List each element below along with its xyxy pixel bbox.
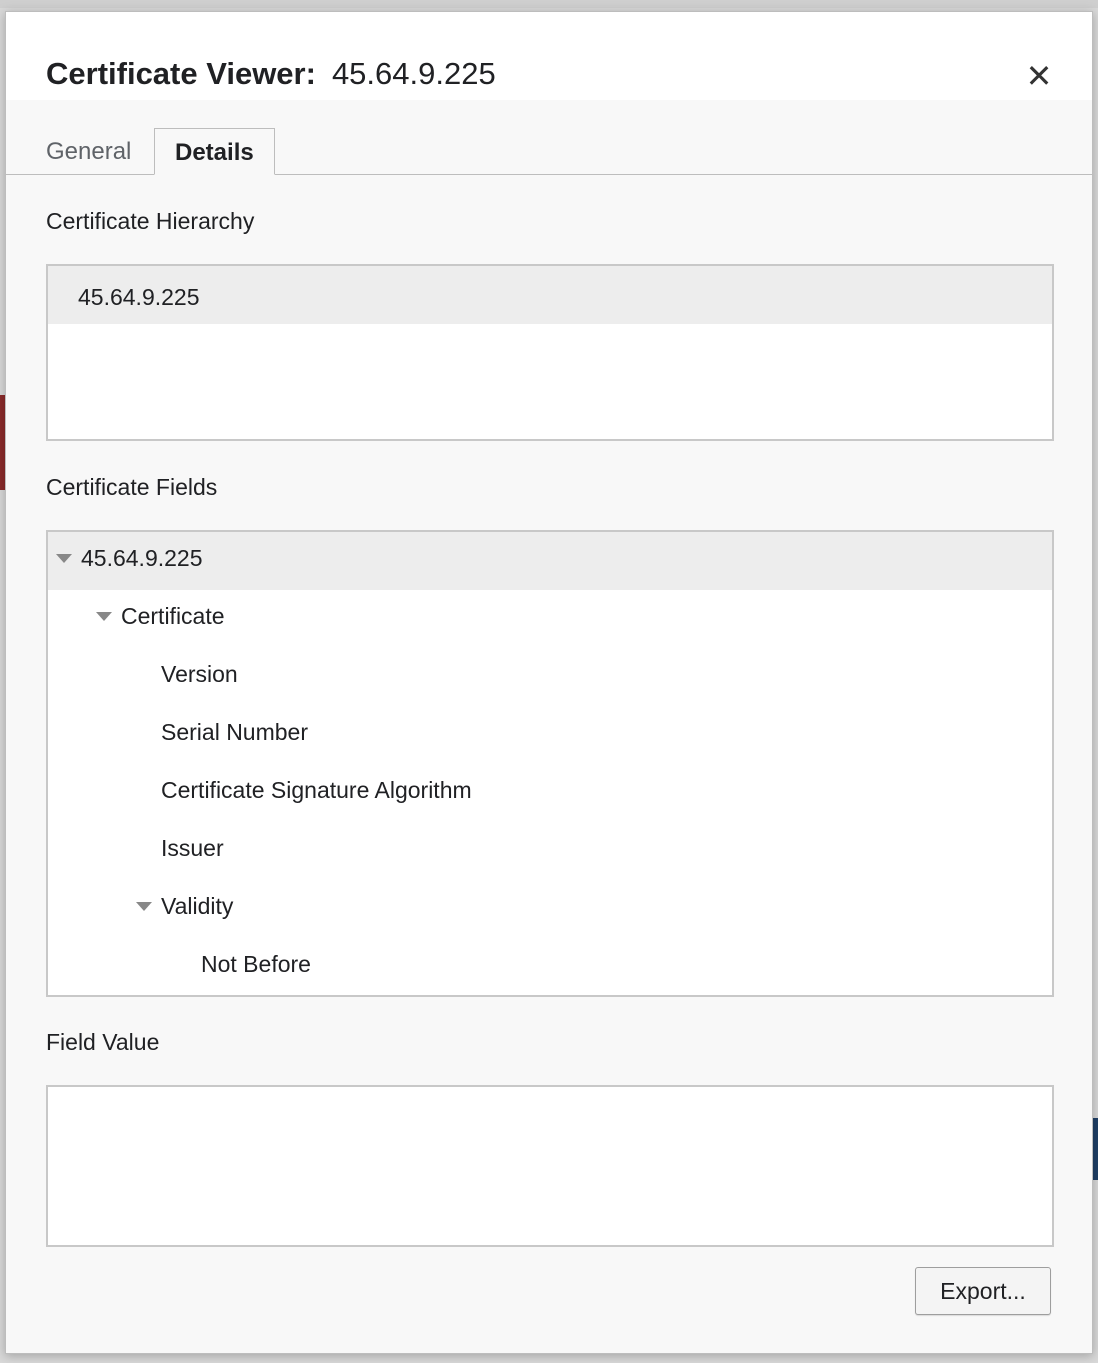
tree-item-issuer[interactable]: Issuer: [48, 822, 1052, 880]
background-page-bar: [0, 0, 1098, 8]
tree-item-label: Serial Number: [161, 719, 308, 745]
certificate-hierarchy-label: Certificate Hierarchy: [46, 208, 255, 234]
triangle-down-icon[interactable]: [136, 902, 152, 911]
tab-details[interactable]: Details: [154, 128, 275, 175]
tree-item-label: Version: [161, 661, 238, 687]
tree-item-host[interactable]: 45.64.9.225: [48, 532, 1052, 590]
tree-item-label: 45.64.9.225: [81, 545, 203, 571]
tree-item-label: Not Before: [201, 951, 311, 977]
triangle-down-icon[interactable]: [56, 554, 72, 563]
dialog-header: Certificate Viewer: 45.64.9.225 ✕: [6, 12, 1092, 100]
tree-item-signature-algorithm[interactable]: Certificate Signature Algorithm: [48, 764, 1052, 822]
certificate-fields-label: Certificate Fields: [46, 474, 218, 500]
tree-item-label: Certificate: [121, 603, 225, 629]
tab-general[interactable]: General: [26, 128, 151, 174]
tree-item-version[interactable]: Version: [48, 648, 1052, 706]
triangle-down-icon[interactable]: [96, 612, 112, 621]
tree-item-label: Issuer: [161, 835, 224, 861]
dialog-title-text: Certificate Viewer:: [46, 56, 316, 91]
certificate-hierarchy-list[interactable]: 45.64.9.225: [46, 264, 1054, 441]
tree-item-serial-number[interactable]: Serial Number: [48, 706, 1052, 764]
hierarchy-item[interactable]: 45.64.9.225: [48, 266, 1052, 324]
dialog-title: Certificate Viewer: 45.64.9.225: [46, 56, 636, 92]
close-icon[interactable]: ✕: [1021, 58, 1057, 94]
field-value-label: Field Value: [46, 1029, 160, 1055]
field-value-area[interactable]: [46, 1085, 1054, 1247]
tree-item-label: Validity: [161, 893, 234, 919]
tree-item-label: Certificate Signature Algorithm: [161, 777, 472, 803]
tree-item-certificate[interactable]: Certificate: [48, 590, 1052, 648]
certificate-viewer-dialog: Certificate Viewer: 45.64.9.225 ✕ Genera…: [5, 11, 1093, 1354]
tree-item-not-before[interactable]: Not Before: [48, 938, 1052, 995]
export-button[interactable]: Export...: [915, 1267, 1051, 1315]
tree-item-validity[interactable]: Validity: [48, 880, 1052, 938]
dialog-title-host: 45.64.9.225: [325, 56, 636, 92]
tab-bar: General Details: [6, 128, 1092, 175]
certificate-fields-tree[interactable]: 45.64.9.225 Certificate Version Serial N…: [46, 530, 1054, 997]
